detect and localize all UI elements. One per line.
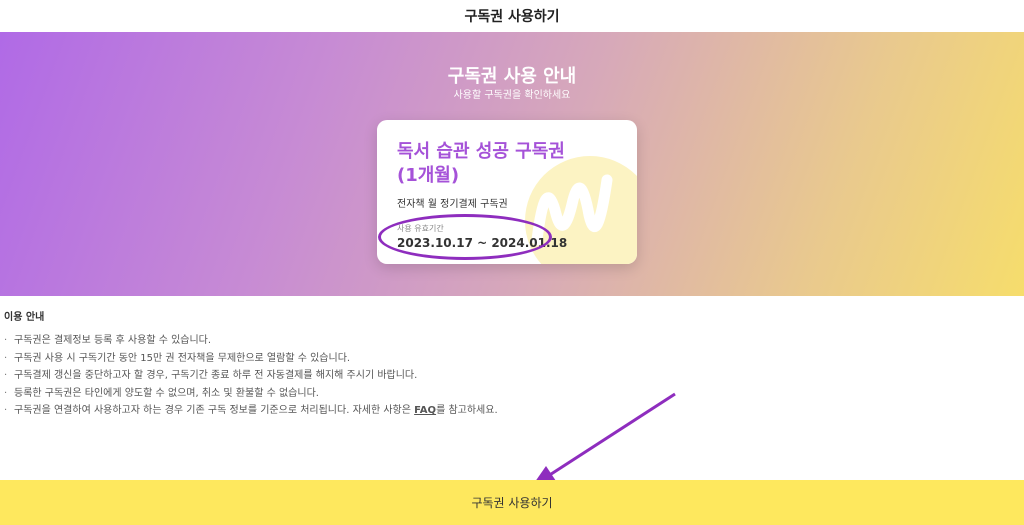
notice-text: 구독권은 결제정보 등록 후 사용할 수 있습니다.: [14, 335, 212, 346]
hero-banner: 구독권 사용 안내 사용할 구독권을 확인하세요 독서 습관 성공 구독권 (1…: [0, 32, 1024, 296]
bullet: ·: [4, 352, 8, 364]
notice-text: 를 참고하세요.: [436, 405, 498, 416]
page-title: 구독권 사용하기: [464, 9, 560, 25]
bullet: ·: [4, 387, 8, 399]
bullet: ·: [4, 335, 8, 346]
list-item: · 구독권을 연결하여 사용하고자 하는 경우 기존 구독 정보를 기준으로 처리…: [4, 402, 498, 420]
notice-list: · 구독권은 결제정보 등록 후 사용할 수 있습니다. · 구독권 사용 시 구독…: [4, 332, 498, 420]
notice-text: 구독권을 연결하여 사용하고자 하는 경우 기존 구독 정보를 기준으로 처리됩…: [14, 405, 415, 416]
card-title: 독서 습관 성공 구독권 (1개월): [397, 141, 565, 186]
list-item: · 구독권 사용 시 구독기간 동안 15만 권 전자책을 무제한으로 열람할 수…: [4, 350, 498, 368]
notice-text: 구독권 사용 시 구독기간 동안 15만 권 전자책을 무제한으로 열람할 수 …: [14, 352, 351, 364]
list-item: · 구독결제 갱신을 중단하고자 할 경우, 구독기간 종료 하루 전 자동결제를…: [4, 367, 498, 385]
notice-text: 등록한 구독권은 타인에게 양도할 수 없으며, 취소 및 환불할 수 없습니다…: [14, 387, 319, 399]
top-bar: 구독권 사용하기: [0, 0, 1024, 32]
bullet: ·: [4, 370, 8, 381]
use-subscription-button[interactable]: 구독권 사용하기: [0, 480, 1024, 525]
faq-link[interactable]: FAQ: [414, 405, 436, 416]
bullet: ·: [4, 405, 8, 416]
notice-text: 구독결제 갱신을 중단하고자 할 경우, 구독기간 종료 하루 전 자동결제를 …: [14, 370, 418, 381]
list-item: · 등록한 구독권은 타인에게 양도할 수 없으며, 취소 및 환불할 수 없습니…: [4, 385, 498, 403]
annotation-circle: [378, 214, 552, 260]
hero-title: 구독권 사용 안내: [447, 66, 577, 87]
card-description: 전자책 월 정기결제 구독권: [397, 199, 508, 210]
list-item: · 구독권은 결제정보 등록 후 사용할 수 있습니다.: [4, 332, 498, 350]
hero-subtitle: 사용할 구독권을 확인하세요: [453, 90, 571, 101]
notice-title: 이용 안내: [4, 312, 45, 323]
